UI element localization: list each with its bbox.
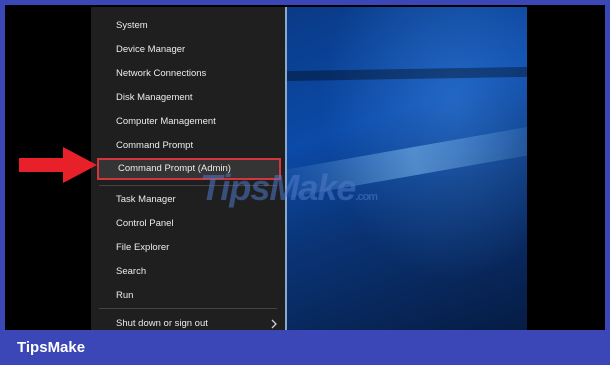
menu-item-disk-management[interactable]: Disk Management — [91, 87, 285, 109]
menu-item-run[interactable]: Run — [91, 285, 285, 307]
menu-item-network-connections[interactable]: Network Connections — [91, 63, 285, 85]
menu-item-control-panel[interactable]: Control Panel — [91, 213, 285, 235]
menu-item-shut-down-label: Shut down or sign out — [116, 318, 208, 329]
chevron-right-icon — [271, 319, 277, 329]
menu-item-search[interactable]: Search — [91, 261, 285, 283]
menu-separator — [99, 308, 277, 309]
menu-item-system[interactable]: System — [91, 15, 285, 37]
watermark: TipsMake.com — [200, 167, 440, 215]
menu-item-shut-down[interactable]: Shut down or sign out — [91, 313, 285, 330]
footer-brand: TipsMake — [17, 339, 86, 356]
menu-item-computer-management[interactable]: Computer Management — [91, 111, 285, 133]
screenshot-frame: System Device Manager Network Connection… — [5, 5, 605, 330]
watermark-suffix: .com — [355, 191, 378, 203]
menu-item-file-explorer[interactable]: File Explorer — [91, 237, 285, 259]
menu-item-device-manager[interactable]: Device Manager — [91, 39, 285, 61]
watermark-text: TipsMake — [200, 167, 356, 208]
menu-item-command-prompt[interactable]: Command Prompt — [91, 135, 285, 157]
red-arrow-icon — [19, 147, 97, 183]
wallpaper-beam — [285, 66, 527, 82]
